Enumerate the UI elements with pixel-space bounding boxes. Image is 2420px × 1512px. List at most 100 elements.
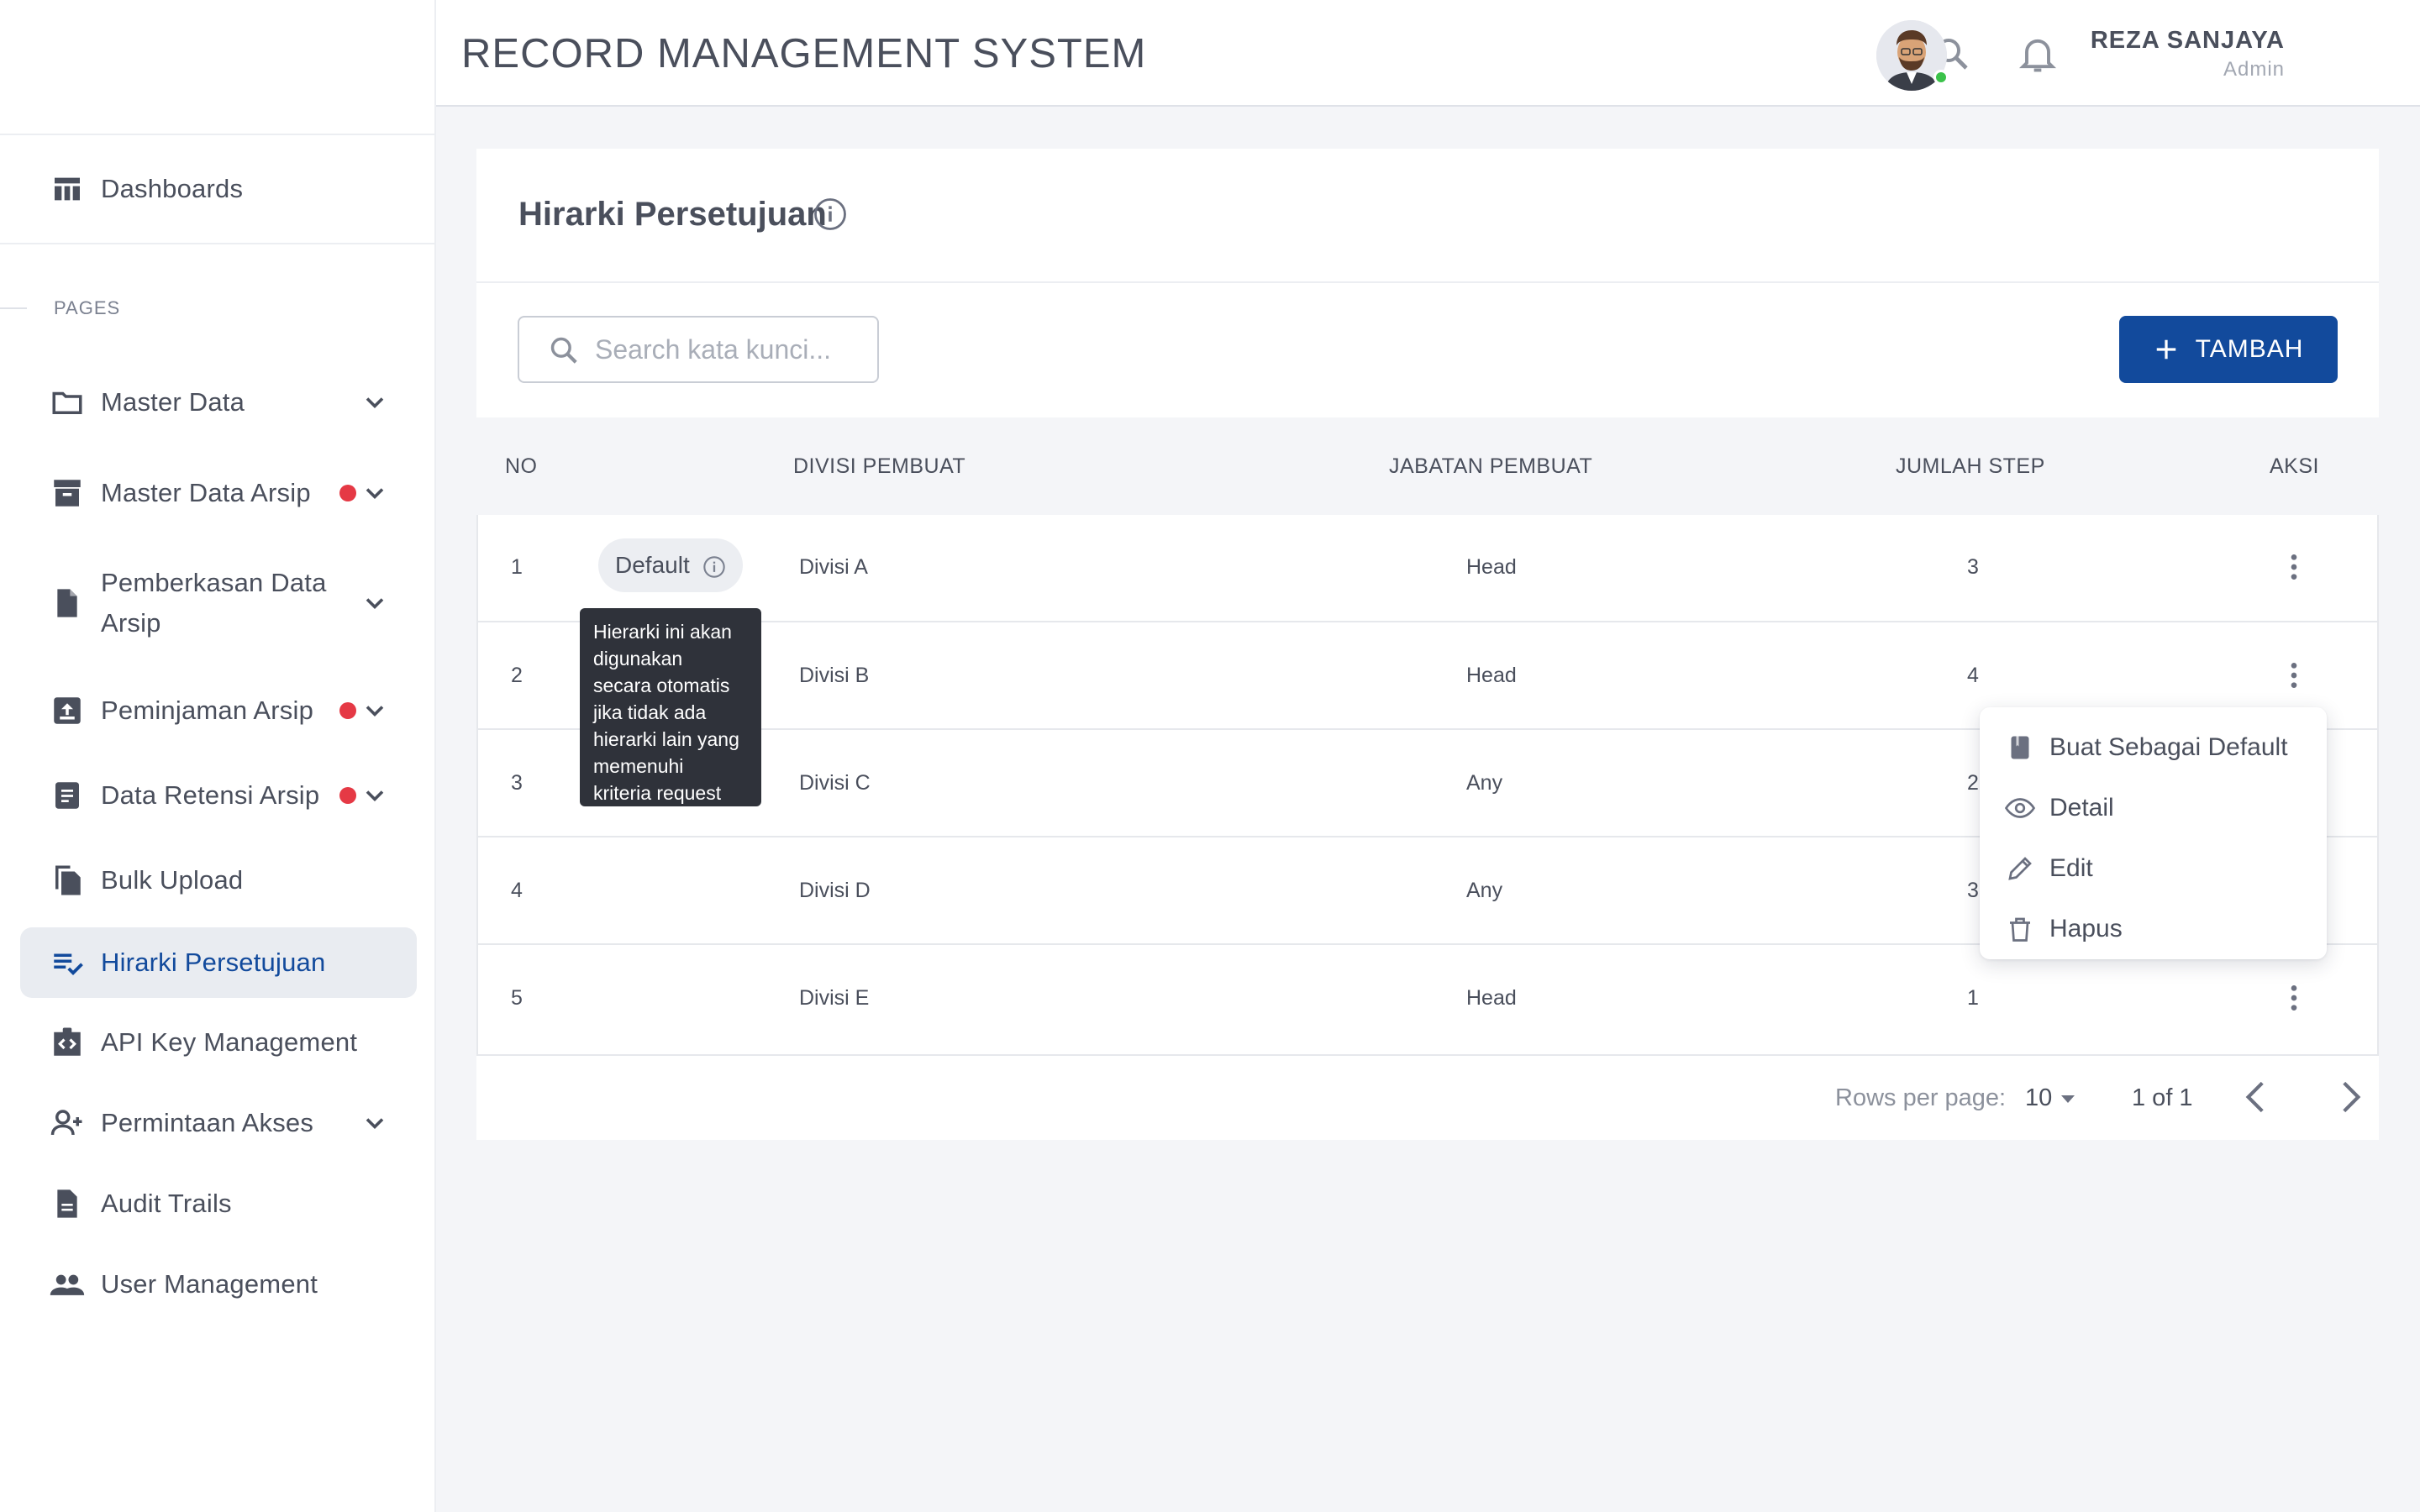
chevron-down-icon[interactable] (360, 696, 390, 726)
chevron-right-icon[interactable] (2328, 1076, 2370, 1118)
sidebar: Dashboards PAGES Master Data Master Data… (0, 0, 436, 1512)
sidebar-item-label: Master Data Arsip (101, 478, 311, 507)
cell-divisi: Divisi A (799, 555, 868, 579)
sidebar-item-label: Bulk Upload (101, 865, 244, 895)
sidebar-divider (0, 134, 434, 135)
cell-no: 5 (511, 986, 523, 1010)
more-vertical-icon[interactable] (2277, 981, 2311, 1015)
sidebar-item-label: Pemberkasan Data Arsip (101, 568, 327, 638)
upload-box-icon (49, 692, 86, 729)
document-icon (49, 585, 86, 622)
row-action-menu: Buat Sebagai Default Detail Edit Hapus (1980, 707, 2327, 959)
sidebar-item-label: Peminjaman Arsip (101, 696, 314, 725)
notification-dot (339, 702, 356, 719)
divider (476, 281, 2379, 283)
chevron-down-icon[interactable] (360, 780, 390, 811)
report-icon (49, 1185, 86, 1222)
cell-divisi: Divisi B (799, 664, 870, 687)
folder-icon (49, 384, 86, 421)
chevron-down-icon[interactable] (360, 1108, 390, 1138)
cell-no: 1 (511, 555, 523, 579)
sidebar-item-label: User Management (101, 1269, 318, 1299)
cell-divisi: Divisi C (799, 771, 871, 795)
sidebar-item-label: Data Retensi Arsip (101, 780, 320, 810)
cell-jabatan: Head (1466, 664, 1517, 687)
add-button-label: TAMBAH (2195, 335, 2304, 363)
column-header-no[interactable]: NO (505, 417, 538, 515)
sidebar-item-master-data-arsip[interactable]: Master Data Arsip (20, 473, 417, 513)
cell-no: 4 (511, 879, 523, 902)
bell-icon[interactable] (2016, 32, 2060, 76)
cell-jabatan: Head (1466, 555, 1517, 579)
add-button[interactable]: TAMBAH (2119, 316, 2338, 383)
table-row[interactable]: 1 Default Divisi A Head 3 (478, 513, 2377, 621)
notification-dot (339, 787, 356, 804)
search-icon (548, 334, 580, 366)
default-tooltip: Hierarki ini akan digunakan secara otoma… (580, 608, 761, 806)
sidebar-item-data-retensi-arsip[interactable]: Data Retensi Arsip (20, 775, 417, 816)
user-role: Admin (2223, 58, 2285, 81)
chevron-down-icon[interactable] (360, 387, 390, 417)
menu-item-edit[interactable]: Edit (1980, 838, 2327, 899)
sidebar-item-hirarki-persetujuan[interactable]: Hirarki Persetujuan (20, 927, 417, 998)
cell-jabatan: Head (1466, 986, 1517, 1010)
menu-item-set-default[interactable]: Buat Sebagai Default (1980, 717, 2327, 778)
search-field[interactable] (518, 316, 879, 383)
sidebar-section-header: PAGES (0, 296, 168, 321)
cell-jabatan: Any (1466, 771, 1503, 795)
sidebar-item-pemberkasan-data-arsip[interactable]: Pemberkasan Data Arsip (20, 563, 417, 643)
sidebar-item-audit-trails[interactable]: Audit Trails (20, 1184, 417, 1224)
code-badge-icon (49, 1024, 86, 1061)
app-title: RECORD MANAGEMENT SYSTEM (461, 31, 1147, 76)
search-input[interactable] (595, 329, 864, 370)
column-header-jabatan-pembuat[interactable]: JABATAN PEMBUAT (1389, 417, 1592, 515)
pencil-icon (2005, 853, 2035, 884)
cell-divisi: Divisi D (799, 879, 871, 902)
info-icon[interactable] (702, 555, 726, 579)
sidebar-item-label: Hirarki Persetujuan (101, 948, 326, 977)
sidebar-item-user-management[interactable]: User Management (20, 1264, 417, 1305)
menu-item-delete[interactable]: Hapus (1980, 899, 2327, 959)
chevron-down-icon[interactable] (360, 478, 390, 508)
more-vertical-icon[interactable] (2277, 659, 2311, 692)
column-header-aksi: AKSI (2270, 454, 2319, 478)
sidebar-item-label: Permintaan Akses (101, 1108, 314, 1137)
table-header: NO DIVISI PEMBUAT JABATAN PEMBUAT JUMLAH… (476, 417, 2379, 515)
cell-step: 2 (1967, 771, 1979, 795)
sidebar-item-label: Audit Trails (101, 1189, 232, 1218)
page-title: Hirarki Persetujuan (518, 196, 827, 233)
cell-step: 3 (1967, 555, 1979, 579)
cell-no: 3 (511, 771, 523, 795)
more-vertical-icon[interactable] (2277, 550, 2311, 584)
sidebar-item-bulk-upload[interactable]: Bulk Upload (20, 860, 417, 900)
sidebar-item-label: Master Data (101, 387, 245, 417)
sidebar-item-label: API Key Management (101, 1027, 358, 1057)
sidebar-item-label: Dashboards (101, 174, 244, 203)
cell-step: 3 (1967, 879, 1979, 902)
caret-down-icon[interactable] (2058, 1091, 2078, 1106)
info-icon[interactable] (813, 197, 848, 232)
cell-step: 1 (1967, 986, 1979, 1010)
rows-per-page-select[interactable]: 10 (2025, 1083, 2052, 1113)
online-status-indicator (1933, 70, 1949, 85)
menu-item-detail[interactable]: Detail (1980, 778, 2327, 838)
dashboard-grid-icon (49, 171, 86, 207)
chevron-left-icon[interactable] (2236, 1076, 2278, 1118)
sidebar-item-dashboards[interactable]: Dashboards (20, 169, 417, 209)
content-card: Hirarki Persetujuan TAMBAH NO DIVISI PEM… (476, 149, 2379, 1140)
sidebar-item-permintaan-akses[interactable]: Permintaan Akses (20, 1103, 417, 1143)
cell-step: 4 (1967, 664, 1979, 687)
user-name: REZA SANJAYA (2090, 27, 2285, 54)
cell-jabatan: Any (1466, 879, 1503, 902)
sidebar-item-master-data[interactable]: Master Data (20, 382, 417, 423)
chevron-down-icon[interactable] (360, 588, 390, 618)
trash-icon (2005, 914, 2035, 944)
sidebar-item-api-key-management[interactable]: API Key Management (20, 1022, 417, 1063)
column-header-jumlah-step[interactable]: JUMLAH STEP (1896, 417, 2045, 515)
cell-no: 2 (511, 664, 523, 687)
sidebar-item-peminjaman-arsip[interactable]: Peminjaman Arsip (20, 690, 417, 731)
default-badge[interactable]: Default (598, 538, 743, 592)
eye-icon (2005, 793, 2035, 823)
table-row[interactable]: 5 Divisi E Head 1 (478, 943, 2377, 1051)
column-header-divisi-pembuat[interactable]: DIVISI PEMBUAT (793, 417, 965, 515)
